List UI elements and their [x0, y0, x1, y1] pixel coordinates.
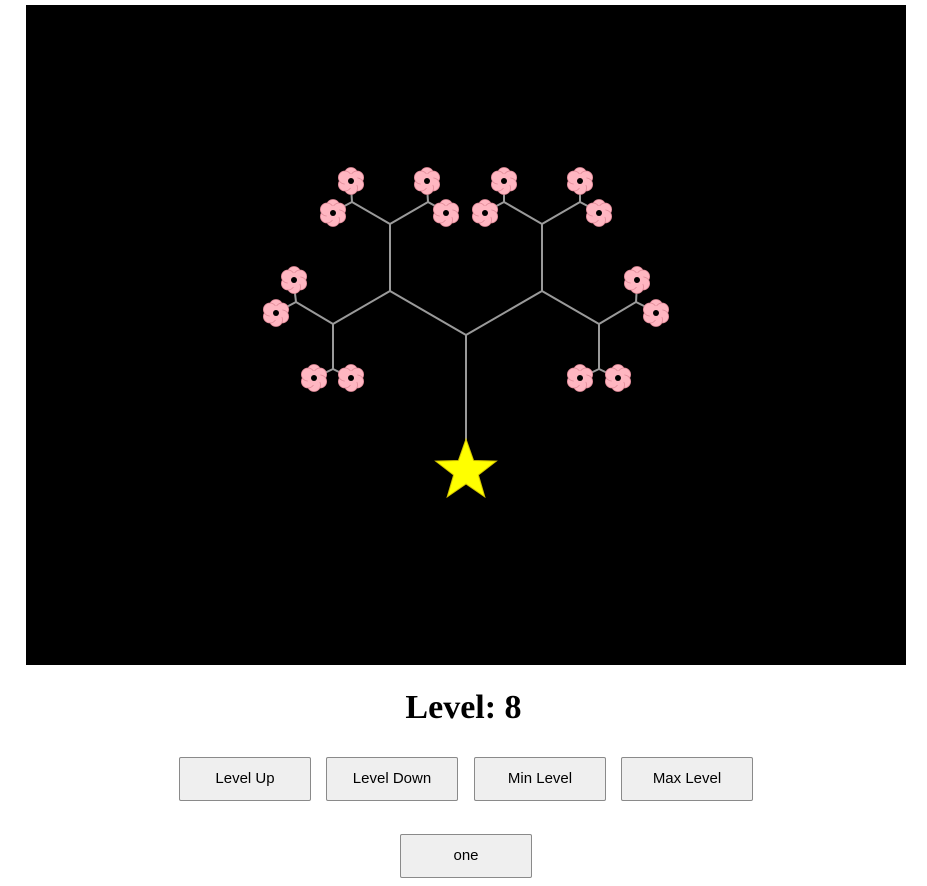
flower-center [615, 375, 621, 381]
branch-line [465, 290, 543, 336]
flower-icon [624, 266, 650, 294]
fractal-tree [262, 167, 669, 499]
flower-center [482, 210, 488, 216]
flower-icon [643, 299, 669, 327]
flower-icon [337, 167, 365, 195]
flower-center [443, 210, 449, 216]
flower-center [634, 277, 640, 283]
star-icon [434, 437, 498, 499]
one-button[interactable]: one [400, 834, 532, 878]
flower-icon [605, 364, 631, 392]
flower-center [273, 310, 279, 316]
flower-icon [567, 167, 593, 195]
flower-center [596, 210, 602, 216]
level-up-button[interactable]: Level Up [179, 757, 311, 801]
flower-icon [432, 199, 460, 227]
branch-line [351, 201, 391, 225]
min-level-button[interactable]: Min Level [474, 757, 606, 801]
flower-icon [337, 364, 365, 392]
branch-line [295, 301, 334, 325]
flower-center [501, 178, 507, 184]
flower-icon [567, 364, 593, 392]
branch-line [389, 290, 467, 336]
flower-icon [280, 266, 308, 294]
flower-center [330, 210, 336, 216]
flower-center [291, 277, 297, 283]
max-level-button[interactable]: Max Level [621, 757, 753, 801]
level-display: Level: 8 [405, 689, 522, 726]
branch-line [541, 290, 600, 325]
level-down-button[interactable]: Level Down [326, 757, 458, 801]
flower-icon [471, 199, 499, 227]
flower-center [653, 310, 659, 316]
flower-icon [319, 199, 347, 227]
flower-center [577, 375, 583, 381]
flower-center [577, 178, 583, 184]
branch-line [598, 301, 637, 325]
flower-icon [300, 364, 328, 392]
branch-line [541, 201, 581, 225]
fractal-canvas [26, 5, 906, 665]
flower-icon [413, 167, 441, 195]
flower-center [424, 178, 430, 184]
flower-center [348, 178, 354, 184]
flower-center [348, 375, 354, 381]
flower-icon [262, 299, 290, 327]
flower-icon [586, 199, 612, 227]
flower-icon [490, 167, 518, 195]
branch-line [503, 201, 543, 225]
branch-line [332, 290, 391, 325]
flower-center [311, 375, 317, 381]
branch-line [389, 201, 429, 225]
